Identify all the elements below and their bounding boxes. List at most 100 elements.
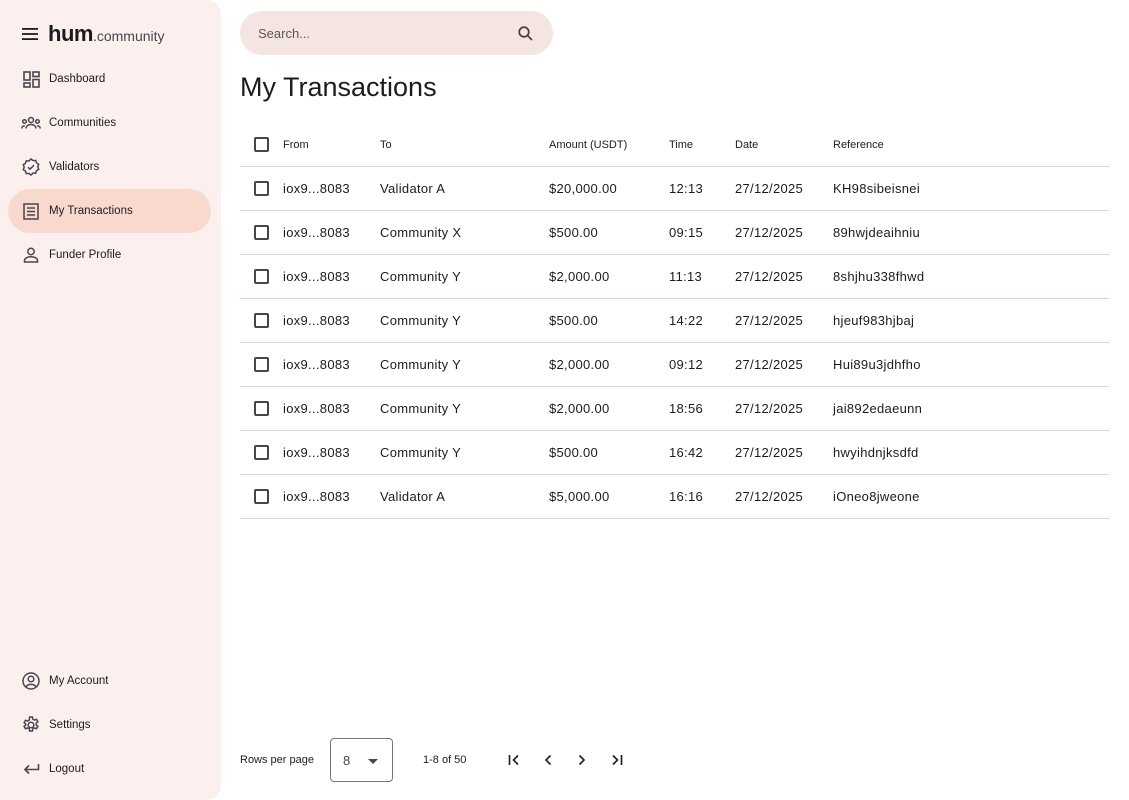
search-icon[interactable] xyxy=(515,23,535,43)
account-circle-icon xyxy=(21,671,41,691)
cell-date: 27/12/2025 xyxy=(735,225,804,240)
cell-date: 27/12/2025 xyxy=(735,401,804,416)
rows-per-page-select[interactable]: 8 xyxy=(330,738,393,782)
sidebar-item-communities[interactable]: Communities xyxy=(8,101,211,145)
logo: hum .community xyxy=(48,21,165,47)
groups-icon xyxy=(21,113,41,133)
sidebar-item-validators[interactable]: Validators xyxy=(8,145,211,189)
sidebar-item-label: Logout xyxy=(49,763,85,775)
cell-from: iox9...8083 xyxy=(283,181,350,196)
cell-amount: $2,000.00 xyxy=(549,357,610,372)
cell-reference: 89hwjdeaihniu xyxy=(833,225,921,240)
sidebar-item-dashboard[interactable]: Dashboard xyxy=(8,57,211,101)
cell-amount: $5,000.00 xyxy=(549,489,610,504)
sidebar-item-label: Settings xyxy=(49,719,91,731)
column-header-time[interactable]: Time xyxy=(669,139,735,151)
cell-date: 27/12/2025 xyxy=(735,357,804,372)
gear-icon xyxy=(21,715,41,735)
table-row[interactable]: iox9...8083 Community Y $2,000.00 18:56 27/1… xyxy=(240,387,1109,431)
sidebar-item-funder-profile[interactable]: Funder Profile xyxy=(8,233,211,277)
column-header-reference[interactable]: Reference xyxy=(833,139,1033,151)
cell-reference: hwyihdnjksdfd xyxy=(833,445,919,460)
first-page-icon[interactable] xyxy=(502,748,526,772)
table-row[interactable]: iox9...8083 Validator A $5,000.00 16:16 27/1… xyxy=(240,475,1109,519)
sidebar-item-label: Validators xyxy=(49,161,100,173)
page-title: My Transactions xyxy=(240,72,437,102)
last-page-icon[interactable] xyxy=(605,748,629,772)
search-input[interactable] xyxy=(258,25,515,41)
logo-wordmark: hum xyxy=(48,21,93,46)
cell-amount: $500.00 xyxy=(549,225,599,240)
cell-date: 27/12/2025 xyxy=(735,181,804,196)
table-row[interactable]: iox9...8083 Community Y $500.00 14:22 27/12/… xyxy=(240,299,1109,343)
table-row[interactable]: iox9...8083 Community Y $500.00 16:42 27/12/… xyxy=(240,431,1109,475)
cell-from: iox9...8083 xyxy=(283,445,350,460)
cell-time: 09:12 xyxy=(669,357,704,372)
cell-time: 16:42 xyxy=(669,445,704,460)
column-header-to[interactable]: To xyxy=(380,139,549,151)
cell-amount: $500.00 xyxy=(549,445,599,460)
previous-page-icon[interactable] xyxy=(536,748,560,772)
cell-to: Community X xyxy=(380,225,462,240)
table-header-row: From To Amount (USDT) Time Date Referenc… xyxy=(240,123,1109,167)
row-checkbox[interactable] xyxy=(254,489,269,504)
sidebar-item-my-transactions[interactable]: My Transactions xyxy=(8,189,211,233)
person-icon xyxy=(21,245,41,265)
cell-date: 27/12/2025 xyxy=(735,313,804,328)
next-page-icon[interactable] xyxy=(570,748,594,772)
cell-to: Community Y xyxy=(380,401,462,416)
row-checkbox[interactable] xyxy=(254,313,269,328)
sidebar-item-settings[interactable]: Settings xyxy=(8,703,211,747)
cell-reference: 8shjhu338fhwd xyxy=(833,269,925,284)
cell-to: Community Y xyxy=(380,269,462,284)
cell-amount: $500.00 xyxy=(549,313,599,328)
cell-to: Community Y xyxy=(380,445,462,460)
menu-icon[interactable] xyxy=(20,24,40,44)
cell-date: 27/12/2025 xyxy=(735,269,804,284)
column-header-date[interactable]: Date xyxy=(735,139,833,151)
pagination: Rows per page 8 1-8 of 50 xyxy=(240,738,629,782)
brand-header: hum .community xyxy=(20,20,165,48)
cell-amount: $2,000.00 xyxy=(549,401,610,416)
cell-to: Community Y xyxy=(380,357,462,372)
cell-reference: Hui89u3jdhfho xyxy=(833,357,921,372)
table-row[interactable]: iox9...8083 Community Y $2,000.00 11:13 27/1… xyxy=(240,255,1109,299)
cell-time: 18:56 xyxy=(669,401,704,416)
page-range-label: 1-8 of 50 xyxy=(423,754,467,766)
cell-date: 27/12/2025 xyxy=(735,489,804,504)
cell-time: 12:13 xyxy=(669,181,704,196)
row-checkbox[interactable] xyxy=(254,181,269,196)
logo-suffix: .community xyxy=(92,28,165,44)
table-row[interactable]: iox9...8083 Community X $500.00 09:15 27/12/… xyxy=(240,211,1109,255)
table-row[interactable]: iox9...8083 Community Y $2,000.00 09:12 27/1… xyxy=(240,343,1109,387)
dashboard-icon xyxy=(21,69,41,89)
row-checkbox[interactable] xyxy=(254,225,269,240)
cell-amount: $2,000.00 xyxy=(549,269,610,284)
cell-from: iox9...8083 xyxy=(283,489,350,504)
sidebar-item-label: My Account xyxy=(49,675,109,687)
sidebar-item-label: Dashboard xyxy=(49,73,106,85)
cell-to: Community Y xyxy=(380,313,462,328)
rows-per-page-value: 8 xyxy=(343,752,351,768)
cell-reference: KH98sibeisnei xyxy=(833,181,921,196)
search-bar xyxy=(240,11,553,55)
sidebar-item-logout[interactable]: Logout xyxy=(8,747,211,791)
row-checkbox[interactable] xyxy=(254,269,269,284)
rows-per-page-label: Rows per page xyxy=(240,754,314,766)
row-checkbox[interactable] xyxy=(254,357,269,372)
cell-to: Validator A xyxy=(380,489,446,504)
cell-from: iox9...8083 xyxy=(283,357,350,372)
row-checkbox[interactable] xyxy=(254,401,269,416)
verified-badge-icon xyxy=(21,157,41,177)
logout-arrow-icon xyxy=(21,759,41,779)
table-row[interactable]: iox9...8083 Validator A $20,000.00 12:13 27/… xyxy=(240,167,1109,211)
cell-date: 27/12/2025 xyxy=(735,445,804,460)
sidebar-item-label: Communities xyxy=(49,117,117,129)
row-checkbox[interactable] xyxy=(254,445,269,460)
cell-time: 14:22 xyxy=(669,313,704,328)
column-header-from[interactable]: From xyxy=(283,139,380,151)
cell-time: 09:15 xyxy=(669,225,704,240)
column-header-amount[interactable]: Amount (USDT) xyxy=(549,139,669,151)
sidebar-item-my-account[interactable]: My Account xyxy=(8,659,211,703)
select-all-checkbox[interactable] xyxy=(254,137,269,152)
